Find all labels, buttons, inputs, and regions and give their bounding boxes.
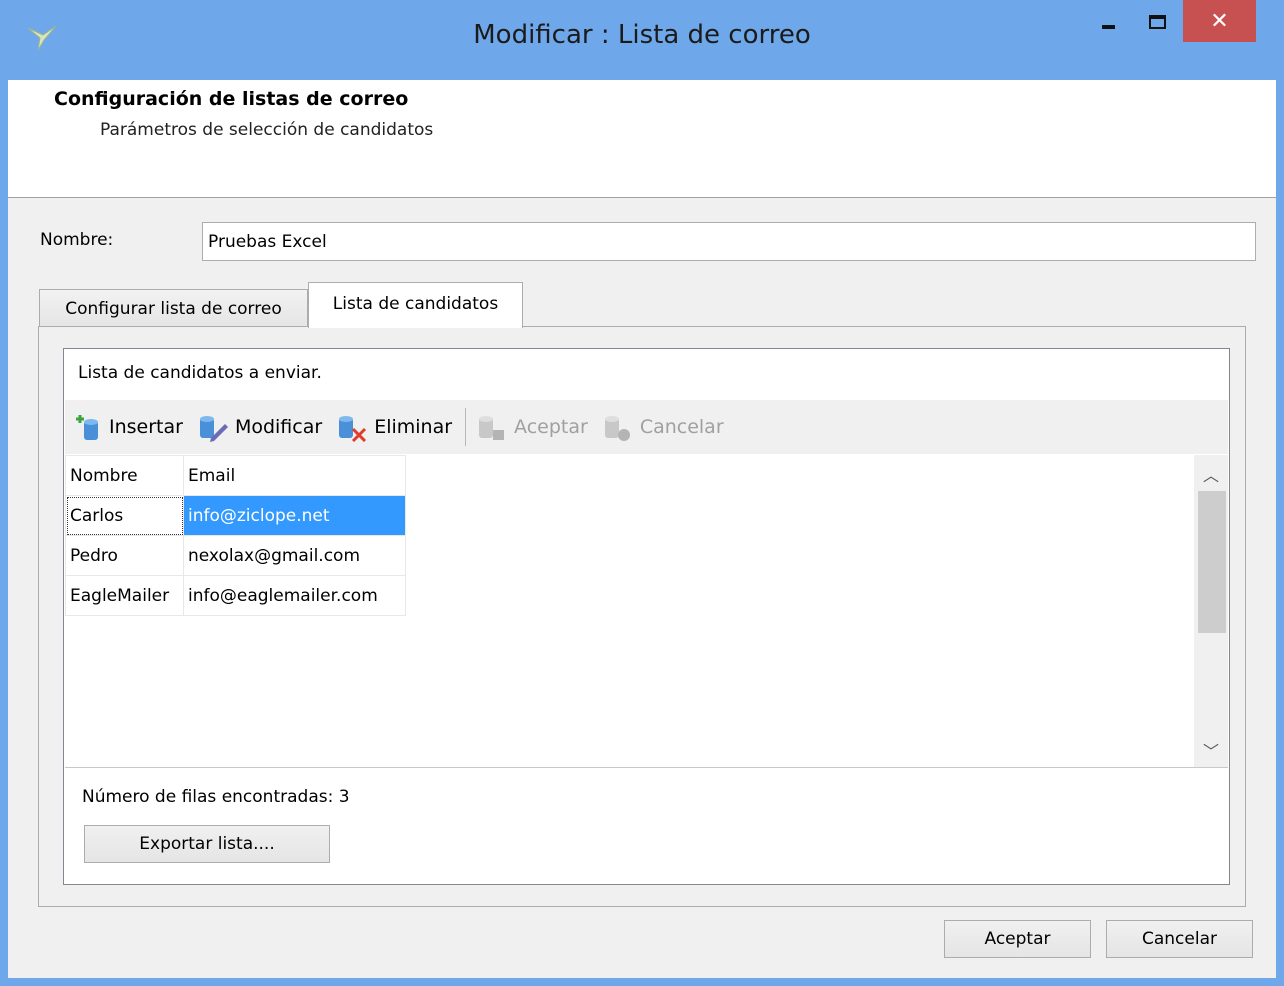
table-row[interactable]: Carlos info@ziclope.net — [65, 495, 406, 536]
title-bar[interactable]: Modificar : Lista de correo ✕ — [0, 0, 1284, 80]
accept-toolbar-label: Aceptar — [514, 416, 588, 438]
insert-button[interactable]: Insertar — [73, 412, 183, 442]
accept-toolbar-button[interactable]: Aceptar — [476, 412, 588, 442]
dialog-window: Modificar : Lista de correo ✕ Configurac… — [0, 0, 1284, 986]
cell-name[interactable]: Pedro — [65, 535, 184, 576]
cancel-button[interactable]: Cancelar — [1106, 920, 1253, 958]
minimize-button[interactable] — [1088, 0, 1128, 44]
candidates-grid[interactable]: Nombre Email Carlos info@ziclope.net Ped… — [65, 455, 1194, 767]
cancel-toolbar-label: Cancelar — [639, 416, 724, 438]
rows-count-label: Número de filas encontradas: — [82, 787, 334, 807]
delete-button[interactable]: Eliminar — [336, 412, 452, 442]
cell-name[interactable]: Carlos — [65, 495, 184, 536]
tab-page: Lista de candidatos a enviar. Insertar M… — [38, 326, 1246, 907]
vertical-scrollbar[interactable]: ︿ ﹀ — [1194, 455, 1228, 767]
header-subtitle: Parámetros de selección de candidatos — [100, 120, 434, 140]
tab-configurar-lista[interactable]: Configurar lista de correo — [39, 289, 308, 327]
rows-count-value: 3 — [338, 787, 350, 807]
cell-name[interactable]: EagleMailer — [65, 575, 184, 616]
close-button[interactable]: ✕ — [1183, 0, 1256, 42]
maximize-button[interactable] — [1136, 0, 1178, 44]
panel-label: Lista de candidatos a enviar. — [78, 363, 322, 383]
name-label: Nombre: — [40, 230, 114, 250]
tab-label: Configurar lista de correo — [65, 298, 282, 319]
name-input[interactable] — [202, 222, 1256, 261]
toolbar-separator — [465, 408, 467, 446]
cancel-toolbar-button[interactable]: Cancelar — [602, 412, 724, 442]
edit-icon — [199, 416, 228, 442]
tab-lista-candidatos[interactable]: Lista de candidatos — [308, 282, 523, 328]
accept-icon — [479, 416, 505, 440]
cell-email[interactable]: nexolax@gmail.com — [183, 535, 406, 576]
divider — [65, 767, 1228, 768]
cancel-icon — [604, 416, 630, 441]
tab-label: Lista de candidatos — [332, 293, 499, 314]
dialog-client-area: Configuración de listas de correo Paráme… — [8, 80, 1276, 978]
rows-count-text: Número de filas encontradas: 3 — [82, 787, 350, 807]
table-row[interactable]: Pedro nexolax@gmail.com — [65, 535, 406, 576]
candidates-panel: Lista de candidatos a enviar. Insertar M… — [63, 348, 1230, 885]
grid-toolbar: Insertar Modificar Eliminar Aceptar Canc… — [65, 400, 1228, 454]
delete-icon — [339, 416, 367, 442]
scroll-up-icon[interactable]: ︿ — [1194, 457, 1228, 491]
column-header-nombre[interactable]: Nombre — [65, 455, 184, 496]
scroll-thumb[interactable] — [1198, 491, 1226, 633]
window-title: Modificar : Lista de correo — [473, 20, 811, 50]
header-panel: Configuración de listas de correo Paráme… — [8, 80, 1276, 198]
modify-button[interactable]: Modificar — [197, 412, 322, 442]
close-icon: ✕ — [1210, 8, 1229, 34]
export-list-button[interactable]: Exportar lista.... — [84, 825, 330, 863]
cell-email[interactable]: info@ziclope.net — [183, 495, 406, 536]
insert-label: Insertar — [109, 416, 183, 438]
modify-label: Modificar — [234, 416, 323, 438]
scroll-down-icon[interactable]: ﹀ — [1194, 733, 1228, 767]
delete-label: Eliminar — [374, 416, 453, 438]
minimize-icon — [1101, 25, 1115, 29]
table-row[interactable]: EagleMailer info@eaglemailer.com — [65, 575, 406, 616]
insert-icon — [76, 415, 98, 440]
column-header-email[interactable]: Email — [183, 455, 406, 496]
table-header-row: Nombre Email — [65, 455, 406, 496]
app-bird-icon — [27, 25, 57, 51]
ok-button[interactable]: Aceptar — [944, 920, 1091, 958]
maximize-icon — [1148, 15, 1166, 29]
header-title: Configuración de listas de correo — [54, 88, 409, 110]
cell-email[interactable]: info@eaglemailer.com — [183, 575, 406, 616]
candidates-table: Nombre Email Carlos info@ziclope.net Ped… — [65, 455, 406, 616]
